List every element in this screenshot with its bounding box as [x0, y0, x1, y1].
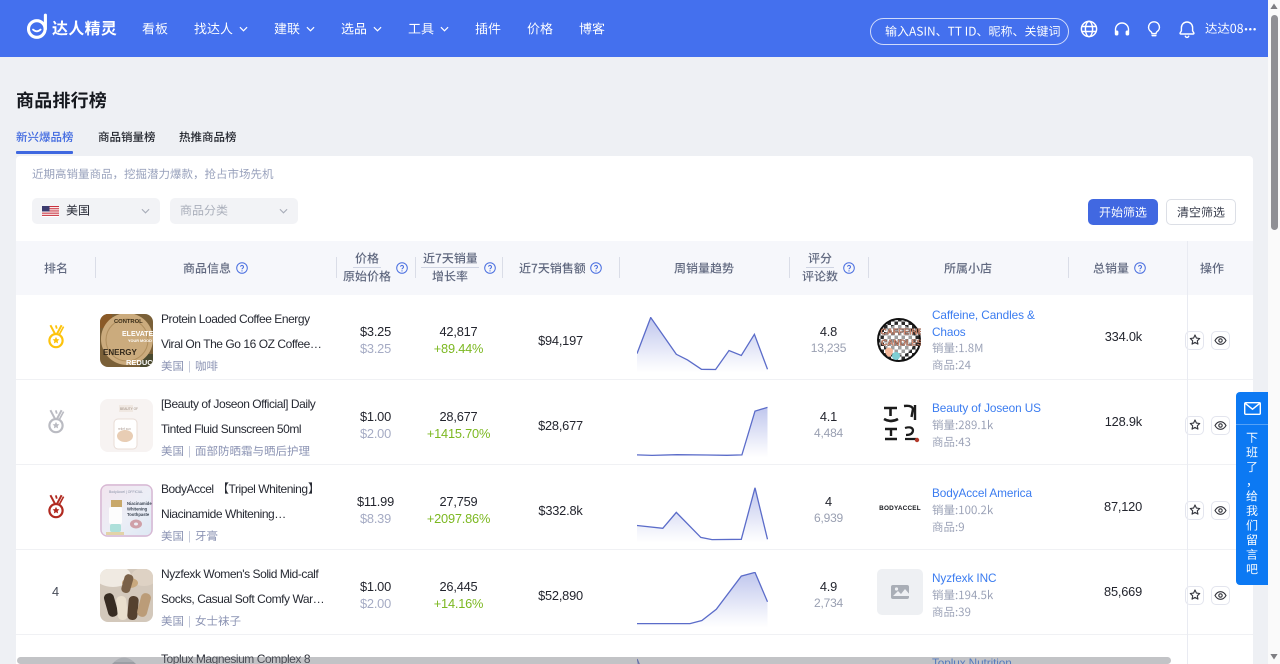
- svg-text:REDUCE: REDUCE: [126, 358, 153, 367]
- svg-text:CANDLES: CANDLES: [881, 337, 921, 347]
- svg-text:ENERGY: ENERGY: [103, 348, 137, 357]
- svg-text:CAFFEINE: CAFFEINE: [881, 326, 922, 336]
- svg-text:ELEVATE: ELEVATE: [122, 331, 153, 338]
- svg-text:BEAUTY OF: BEAUTY OF: [120, 407, 138, 411]
- svg-text:relief sun: relief sun: [118, 427, 131, 431]
- svg-text:YOUR MOOD: YOUR MOOD: [128, 339, 152, 343]
- svg-text:Whitening: Whitening: [127, 506, 148, 511]
- svg-text:BodyAccel | OFFICIAL: BodyAccel | OFFICIAL: [109, 490, 143, 494]
- svg-text:CONTROL: CONTROL: [114, 319, 143, 325]
- svg-text:BODYACCEL: BODYACCEL: [879, 505, 921, 512]
- svg-text:Niacinamide: Niacinamide: [127, 501, 152, 506]
- svg-text:Toothpaste: Toothpaste: [127, 512, 150, 517]
